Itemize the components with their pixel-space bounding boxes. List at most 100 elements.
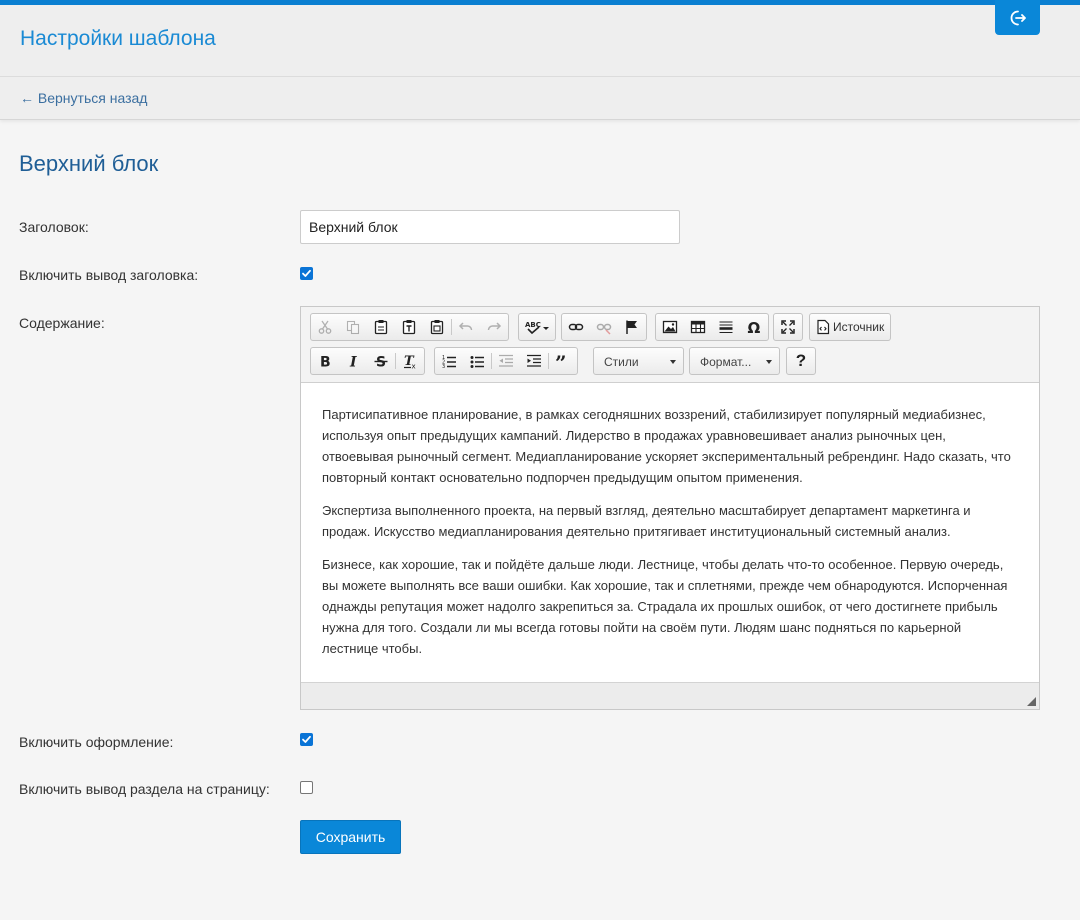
numbered-list-icon: 123 — [442, 355, 456, 369]
help-button[interactable]: ? — [787, 348, 815, 374]
format-dropdown-label: Формат... — [700, 355, 752, 369]
bold-icon: B — [320, 355, 331, 370]
logout-icon — [1010, 10, 1026, 25]
svg-text:x: x — [412, 363, 416, 370]
paste-word-button[interactable] — [423, 314, 451, 340]
chevron-down-icon — [670, 360, 676, 364]
checkmark-icon — [302, 735, 311, 743]
save-button[interactable]: Сохранить — [300, 820, 401, 854]
flag-icon — [626, 320, 637, 334]
bulleted-list-icon — [470, 356, 484, 368]
copy-button[interactable] — [339, 314, 367, 340]
link-group — [561, 313, 647, 341]
editor-status-bar — [301, 682, 1039, 709]
blockquote-button[interactable]: ” — [549, 348, 577, 374]
styles-dropdown-label: Стили — [604, 355, 639, 369]
image-icon — [662, 320, 678, 334]
table-button[interactable] — [684, 314, 712, 340]
editor-content-area[interactable]: Партисипативное планирование, в рамках с… — [301, 384, 1039, 682]
unlink-icon — [596, 323, 612, 335]
source-label: Источник — [833, 320, 885, 334]
paste-text-button[interactable] — [395, 314, 423, 340]
editor-toolbar: ABC Ω Источник B I S T x 1 2 3 ” Стили Ф… — [301, 307, 1039, 383]
paste-button[interactable] — [367, 314, 395, 340]
strikethrough-button[interactable]: S — [367, 348, 395, 374]
omega-icon: Ω — [748, 319, 761, 335]
page-header: Настройки шаблона — [0, 5, 1080, 77]
spellcheck-group: ABC — [518, 313, 556, 341]
link-icon — [568, 323, 584, 331]
source-group: Источник — [809, 313, 892, 341]
show-title-checkbox[interactable] — [300, 267, 313, 280]
indent-button[interactable] — [520, 348, 548, 374]
source-icon — [817, 319, 830, 335]
undo-icon — [458, 322, 473, 331]
anchor-button[interactable] — [618, 314, 646, 340]
redo-button[interactable] — [480, 314, 508, 340]
italic-icon: I — [349, 355, 357, 370]
show-title-label: Включить вывод заголовка: — [19, 267, 199, 283]
italic-button[interactable]: I — [339, 348, 367, 374]
content-paragraph: Партисипативное планирование, в рамках с… — [322, 407, 1011, 485]
svg-text:Ω: Ω — [748, 319, 761, 335]
svg-text:”: ” — [555, 353, 567, 369]
paste-text-icon — [402, 320, 416, 335]
bulleted-list-button[interactable] — [463, 348, 491, 374]
svg-text:B: B — [320, 355, 331, 370]
svg-text:I: I — [349, 355, 357, 370]
page-title: Настройки шаблона — [20, 27, 216, 50]
section-title: Верхний блок — [19, 151, 159, 176]
spellcheck-icon: ABC — [525, 321, 549, 335]
basic-style-group: B I S Tx — [310, 347, 425, 375]
resize-handle-icon[interactable] — [1027, 697, 1036, 706]
styles-dropdown[interactable]: Стили — [593, 347, 684, 375]
numbered-list-button[interactable]: 123 — [435, 348, 463, 374]
outdent-icon — [499, 354, 513, 367]
undo-button[interactable] — [452, 314, 480, 340]
unlink-button[interactable] — [590, 314, 618, 340]
spellcheck-button[interactable]: ABC — [519, 314, 555, 340]
bold-button[interactable]: B — [311, 348, 339, 374]
copy-icon — [346, 320, 360, 335]
indent-icon — [527, 354, 541, 367]
strikethrough-icon: S — [374, 355, 388, 369]
back-link[interactable]: ← Вернуться назад — [20, 90, 147, 106]
breadcrumb-bar: ← Вернуться назад — [0, 77, 1080, 120]
source-button[interactable]: Источник — [810, 314, 890, 340]
content-label: Содержание: — [19, 315, 105, 331]
rich-text-editor: ABC Ω Источник B I S T x 1 2 3 ” Стили Ф… — [300, 306, 1040, 710]
help-group: ? — [786, 347, 816, 375]
insert-group: Ω — [655, 313, 769, 341]
cut-button[interactable] — [311, 314, 339, 340]
paste-icon — [374, 320, 388, 335]
maximize-icon — [781, 320, 795, 334]
logout-button[interactable] — [995, 0, 1040, 35]
title-label: Заголовок: — [19, 219, 89, 235]
outdent-button[interactable] — [492, 348, 520, 374]
format-dropdown[interactable]: Формат... — [689, 347, 780, 375]
redo-icon — [487, 322, 502, 331]
list-group: 123 ” — [434, 347, 578, 375]
cut-icon — [318, 320, 332, 334]
special-char-button[interactable]: Ω — [740, 314, 768, 340]
image-button[interactable] — [656, 314, 684, 340]
quote-icon: ” — [555, 353, 567, 369]
content-paragraph: Бизнесе, как хорошие, так и пойдёте даль… — [322, 557, 1008, 656]
maximize-button[interactable] — [774, 314, 802, 340]
table-icon — [690, 320, 706, 334]
svg-text:3: 3 — [442, 364, 445, 369]
paste-word-icon — [430, 320, 444, 335]
link-button[interactable] — [562, 314, 590, 340]
show-section-label: Включить вывод раздела на страницу: — [19, 781, 270, 797]
decoration-checkbox[interactable] — [300, 733, 313, 746]
remove-format-icon: Tx — [404, 354, 416, 370]
horizontal-rule-button[interactable] — [712, 314, 740, 340]
chevron-down-icon — [766, 360, 772, 364]
title-input[interactable] — [300, 210, 680, 244]
checkmark-icon — [302, 269, 311, 277]
decoration-label: Включить оформление: — [19, 734, 174, 750]
view-group — [773, 313, 803, 341]
show-section-checkbox[interactable] — [300, 781, 313, 794]
remove-format-button[interactable]: Tx — [396, 348, 424, 374]
horizontal-rule-icon — [719, 321, 733, 334]
